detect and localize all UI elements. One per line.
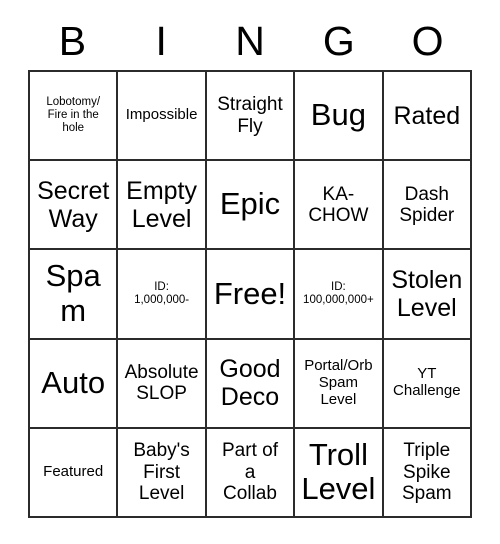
bingo-cell-n5[interactable]: Part of a Collab — [206, 428, 296, 518]
bingo-cell-label: Secret Way — [37, 176, 110, 233]
bingo-cell-n1[interactable]: Straight Fly — [206, 72, 296, 162]
bingo-cell-i5[interactable]: Baby's First Level — [118, 428, 207, 518]
bingo-cell-label: Impossible — [125, 106, 198, 124]
bingo-cell-label: Rated — [393, 101, 461, 130]
bingo-cell-i4[interactable]: Absolute SLOP — [118, 339, 207, 429]
bingo-cell-label: ID: 1,000,000- — [134, 281, 190, 306]
bingo-cell-b3[interactable]: Spam — [30, 250, 119, 340]
bingo-cell-label: Empty Level — [126, 176, 198, 233]
header-letter-b: B — [58, 17, 87, 64]
bingo-grid: Lobotomy/ Fire in the hole Impossible St… — [28, 70, 472, 518]
header-letter-n: N — [235, 17, 265, 64]
bingo-cell-label: Epic — [219, 186, 281, 222]
bingo-cell-label: Straight Fly — [217, 94, 283, 137]
bingo-cell-o1[interactable]: Rated — [383, 72, 472, 162]
bingo-cell-g3[interactable]: ID: 100,000,000+ — [295, 250, 384, 340]
bingo-cell-i1[interactable]: Impossible — [118, 72, 207, 162]
bingo-cell-free-space[interactable]: Free! — [206, 250, 296, 340]
bingo-cell-label: Dash Spider — [399, 183, 455, 226]
bingo-cell-o3[interactable]: Stolen Level — [383, 250, 472, 340]
bingo-cell-o4[interactable]: YT Challenge — [383, 339, 472, 429]
header-letter-o: O — [411, 17, 444, 64]
bingo-cell-label: Bug — [310, 97, 366, 133]
header-letter-g: G — [322, 17, 355, 64]
bingo-cell-n4[interactable]: Good Deco — [206, 339, 296, 429]
bingo-cell-label: Featured — [43, 462, 104, 480]
bingo-cell-label: Troll Level — [301, 436, 376, 507]
bingo-cell-g1[interactable]: Bug — [295, 72, 384, 162]
bingo-cell-label: KA- CHOW — [308, 183, 369, 226]
bingo-cell-g5[interactable]: Troll Level — [295, 428, 384, 518]
bingo-cell-label: Free! — [213, 275, 287, 311]
bingo-cell-b2[interactable]: Secret Way — [30, 161, 119, 251]
header-letter-i: I — [155, 17, 167, 64]
bingo-cell-label: Triple Spike Spam — [401, 440, 452, 504]
bingo-cell-b1[interactable]: Lobotomy/ Fire in the hole — [30, 72, 119, 162]
bingo-cell-b5[interactable]: Featured — [30, 428, 119, 518]
bingo-cell-b4[interactable]: Auto — [30, 339, 119, 429]
bingo-cell-label: Spam — [45, 258, 101, 328]
bingo-card: B I N G O Lobotomy/ Fire in the hole Imp… — [28, 12, 472, 518]
bingo-cell-label: ID: 100,000,000+ — [303, 281, 374, 306]
bingo-cell-label: Portal/Orb Spam Level — [304, 356, 373, 408]
bingo-cell-label: Absolute SLOP — [124, 361, 199, 405]
bingo-cell-label: Lobotomy/ Fire in the hole — [46, 96, 101, 135]
bingo-cell-g4[interactable]: Portal/Orb Spam Level — [295, 339, 384, 429]
bingo-cell-label: Good Deco — [219, 355, 281, 412]
bingo-cell-i2[interactable]: Empty Level — [118, 161, 207, 251]
bingo-cell-o2[interactable]: Dash Spider — [383, 161, 472, 251]
bingo-cell-label: Part of a Collab — [222, 440, 278, 504]
bingo-cell-o5[interactable]: Triple Spike Spam — [383, 428, 472, 518]
bingo-header-row: B I N G O — [28, 12, 472, 70]
bingo-cell-i3[interactable]: ID: 1,000,000- — [118, 250, 207, 340]
bingo-cell-label: YT Challenge — [393, 365, 461, 400]
bingo-cell-label: Baby's First Level — [133, 440, 190, 504]
bingo-cell-n2[interactable]: Epic — [206, 161, 296, 251]
bingo-cell-label: Stolen Level — [391, 265, 463, 322]
bingo-cell-g2[interactable]: KA- CHOW — [295, 161, 384, 251]
bingo-cell-label: Auto — [41, 364, 106, 400]
